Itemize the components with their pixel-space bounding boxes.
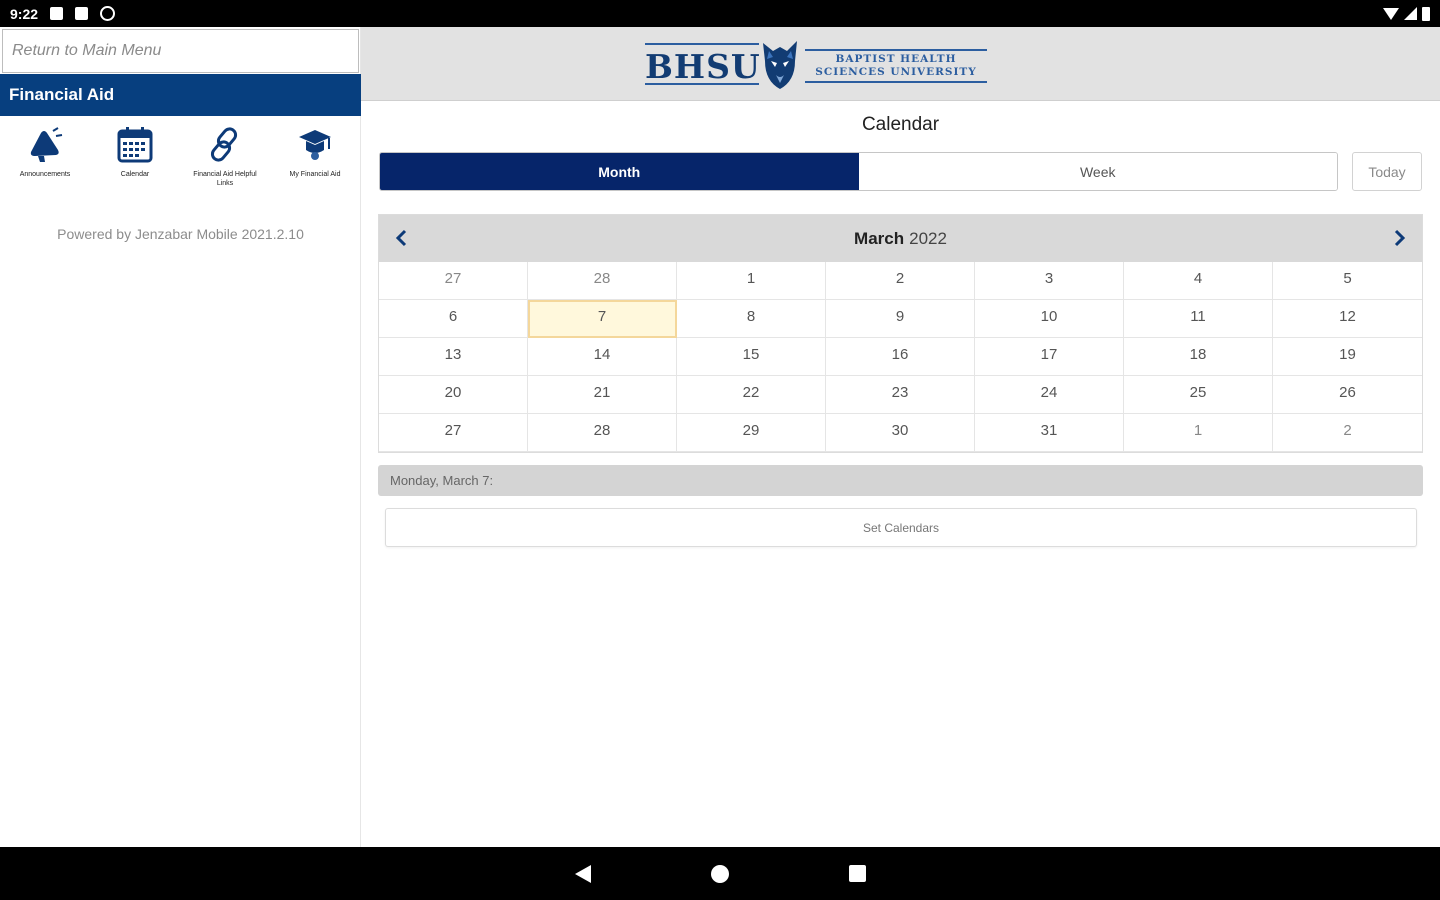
chevron-right-icon[interactable]: [1388, 227, 1410, 249]
view-toggle: Month Week: [379, 152, 1338, 191]
day-cell[interactable]: 24: [975, 376, 1124, 414]
day-cell[interactable]: 23: [826, 376, 975, 414]
mascot-icon: [763, 41, 797, 89]
day-cell[interactable]: 27: [379, 262, 528, 300]
signal-icon: [1404, 7, 1417, 20]
tab-month[interactable]: Month: [380, 153, 859, 190]
day-cell[interactable]: 13: [379, 338, 528, 376]
sidebar-item-helpful-links[interactable]: Financial Aid Helpful Links: [180, 125, 270, 195]
logo-rule: [645, 83, 759, 85]
university-logo: BHSU BAPTIST HEALTH SCIENCES UNIVERSITY: [645, 35, 987, 95]
sidebar-item-label: My Financial Aid: [289, 171, 341, 178]
day-cell[interactable]: 14: [528, 338, 677, 376]
section-title: Financial Aid: [0, 74, 361, 116]
day-cell[interactable]: 10: [975, 300, 1124, 338]
logo-subtitle: BAPTIST HEALTH SCIENCES UNIVERSITY: [805, 49, 987, 83]
back-icon[interactable]: [574, 864, 591, 883]
wifi-icon: [1383, 7, 1399, 20]
calendar-icon: [117, 127, 153, 163]
notification-icon: [50, 7, 64, 20]
system-navigation-bar: [0, 847, 1440, 900]
set-calendars-button[interactable]: Set Calendars: [385, 508, 1417, 547]
day-cell[interactable]: 9: [826, 300, 975, 338]
chevron-left-icon[interactable]: [391, 227, 413, 249]
day-cell[interactable]: 17: [975, 338, 1124, 376]
calendar-header: March 2022: [379, 215, 1422, 262]
status-time: 9:22: [10, 5, 39, 22]
day-cell[interactable]: 30: [826, 414, 975, 452]
day-cell[interactable]: 1: [1124, 414, 1273, 452]
month-calendar: March 2022 27 28 1 2 3 4 5 6 7 8 9 10 11…: [378, 214, 1423, 453]
day-cell[interactable]: 1: [677, 262, 826, 300]
sidebar-item-label: Calendar: [120, 171, 150, 178]
day-cell[interactable]: 5: [1273, 262, 1422, 300]
recent-apps-icon[interactable]: [848, 865, 866, 882]
day-cell[interactable]: 2: [826, 262, 975, 300]
sd-card-icon: [75, 7, 89, 20]
logo-line-1: BAPTIST HEALTH: [835, 53, 957, 65]
day-cell[interactable]: 21: [528, 376, 677, 414]
megaphone-icon: [30, 127, 63, 162]
powered-by-text: Powered by Jenzabar Mobile 2021.2.10: [57, 226, 304, 242]
sync-icon: [100, 6, 116, 21]
sidebar: Return to Main Menu Financial Aid Announ…: [0, 27, 361, 847]
day-cell[interactable]: 8: [677, 300, 826, 338]
link-icon: [210, 127, 238, 162]
day-cell[interactable]: 28: [528, 262, 677, 300]
selected-date-bar: Monday, March 7:: [378, 465, 1423, 496]
sidebar-nav: Announcements Calendar Financial Aid Hel…: [0, 125, 361, 195]
day-cell-selected[interactable]: 7: [528, 300, 677, 338]
day-cell[interactable]: 11: [1124, 300, 1273, 338]
day-cell[interactable]: 27: [379, 414, 528, 452]
logo-rule: [645, 43, 759, 45]
status-bar: 9:22: [0, 0, 1440, 27]
home-icon[interactable]: [710, 864, 729, 883]
day-cell[interactable]: 20: [379, 376, 528, 414]
day-cell[interactable]: 18: [1124, 338, 1273, 376]
day-cell[interactable]: 12: [1273, 300, 1422, 338]
day-cell[interactable]: 26: [1273, 376, 1422, 414]
day-cell[interactable]: 25: [1124, 376, 1273, 414]
status-right: [1383, 6, 1430, 21]
day-cell[interactable]: 28: [528, 414, 677, 452]
tab-week[interactable]: Week: [858, 153, 1337, 190]
day-cell[interactable]: 22: [677, 376, 826, 414]
sidebar-item-announcements[interactable]: Announcements: [0, 125, 90, 195]
calendar-month: March: [854, 228, 905, 248]
logo-line-2: SCIENCES UNIVERSITY: [815, 66, 977, 78]
sidebar-item-label: Announcements: [19, 171, 71, 178]
status-left: 9:22: [10, 5, 116, 22]
return-to-main-menu-button[interactable]: Return to Main Menu: [2, 29, 359, 73]
calendar-grid: 27 28 1 2 3 4 5 6 7 8 9 10 11 12 13 14 1…: [379, 262, 1422, 452]
page-title: Calendar: [861, 114, 940, 135]
battery-icon: [1422, 6, 1430, 21]
day-cell[interactable]: 16: [826, 338, 975, 376]
day-cell[interactable]: 19: [1273, 338, 1422, 376]
day-cell[interactable]: 4: [1124, 262, 1273, 300]
sidebar-item-my-financial-aid[interactable]: My Financial Aid: [270, 125, 360, 195]
day-cell[interactable]: 3: [975, 262, 1124, 300]
sidebar-item-label: Financial Aid Helpful Links: [193, 171, 257, 187]
day-cell[interactable]: 31: [975, 414, 1124, 452]
app-header: BHSU BAPTIST HEALTH SCIENCES UNIVERSITY: [361, 27, 1440, 101]
day-cell[interactable]: 6: [379, 300, 528, 338]
day-cell[interactable]: 2: [1273, 414, 1422, 452]
sidebar-item-calendar[interactable]: Calendar: [90, 125, 180, 195]
graduation-cap-icon: [299, 130, 331, 160]
today-button[interactable]: Today: [1352, 152, 1422, 191]
logo-text: BHSU: [645, 47, 761, 86]
day-cell[interactable]: 29: [677, 414, 826, 452]
calendar-year: 2022: [909, 228, 947, 248]
day-cell[interactable]: 15: [677, 338, 826, 376]
